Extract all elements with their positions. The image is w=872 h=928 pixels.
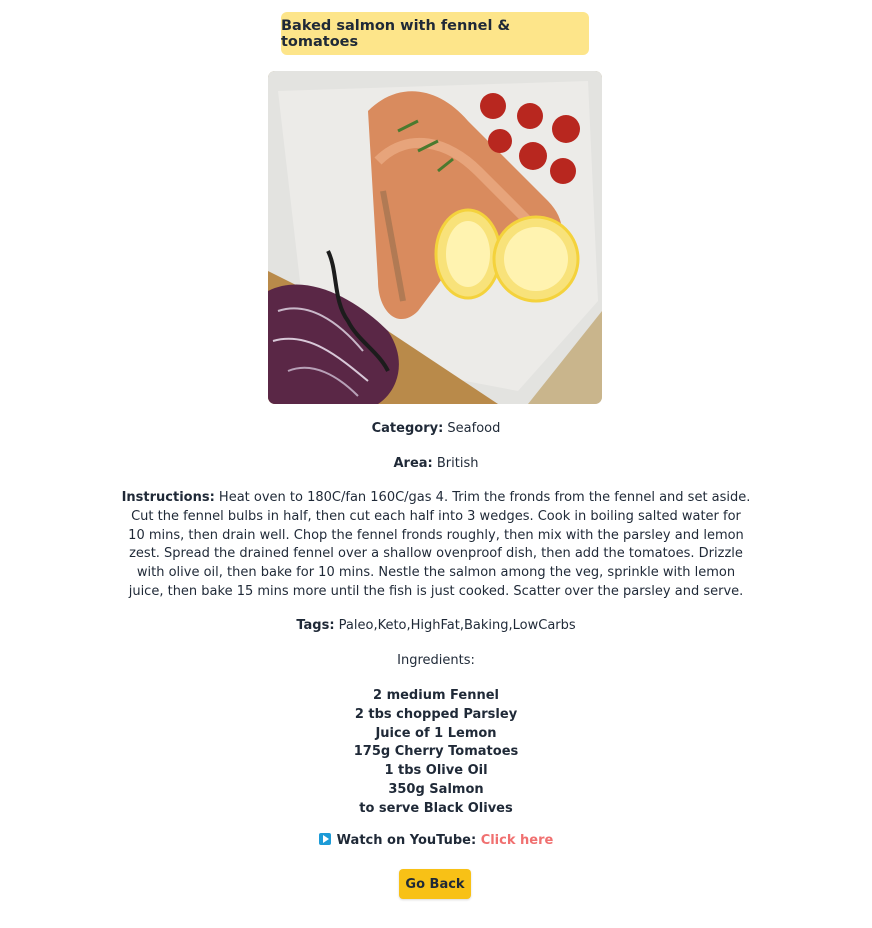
youtube-line: Watch on YouTube: Click here <box>0 833 872 848</box>
tags-line: Tags: Paleo,Keto,HighFat,Baking,LowCarbs <box>0 618 872 633</box>
ingredient-item: Juice of 1 Lemon <box>375 725 497 741</box>
area-value: British <box>436 456 479 471</box>
ingredient-item: 1 tbs Olive Oil <box>384 763 488 778</box>
category-value: Seafood <box>447 421 501 436</box>
recipe-page: Baked salmon with fennel & tomatoes Cate… <box>0 0 872 928</box>
instructions-block: Instructions: Heat oven to 180C/fan 160C… <box>121 489 751 602</box>
recipe-title: Baked salmon with fennel & tomatoes <box>281 12 589 55</box>
ingredient-item: 350g Salmon <box>388 781 484 797</box>
go-back-button[interactable]: Go Back <box>399 869 471 899</box>
ingredient-item: to serve Black Olives <box>359 800 513 816</box>
youtube-link[interactable]: Click here <box>481 833 554 848</box>
ingredients-heading: Ingredients: <box>397 653 475 668</box>
tags-label: Tags: <box>296 618 335 633</box>
instructions-text: Heat oven to 180C/fan 160C/gas 4. Trim t… <box>128 490 751 599</box>
instructions-label: Instructions: <box>121 490 215 505</box>
area-label: Area: <box>393 456 433 471</box>
ingredient-item: 2 tbs chopped Parsley <box>354 706 518 722</box>
category-line: Category: Seafood <box>0 421 872 436</box>
ingredient-item: 175g Cherry Tomatoes <box>353 744 519 760</box>
ingredient-item: 2 medium Fennel <box>373 688 499 703</box>
youtube-label: Watch on YouTube: <box>336 833 477 848</box>
play-icon <box>318 833 331 845</box>
recipe-image <box>268 71 602 404</box>
ingredients-list: 2 medium Fennel 2 tbs chopped Parsley Ju… <box>0 687 872 818</box>
area-line: Area: British <box>0 456 872 471</box>
category-label: Category: <box>371 421 444 436</box>
tags-value: Paleo,Keto,HighFat,Baking,LowCarbs <box>338 618 576 633</box>
